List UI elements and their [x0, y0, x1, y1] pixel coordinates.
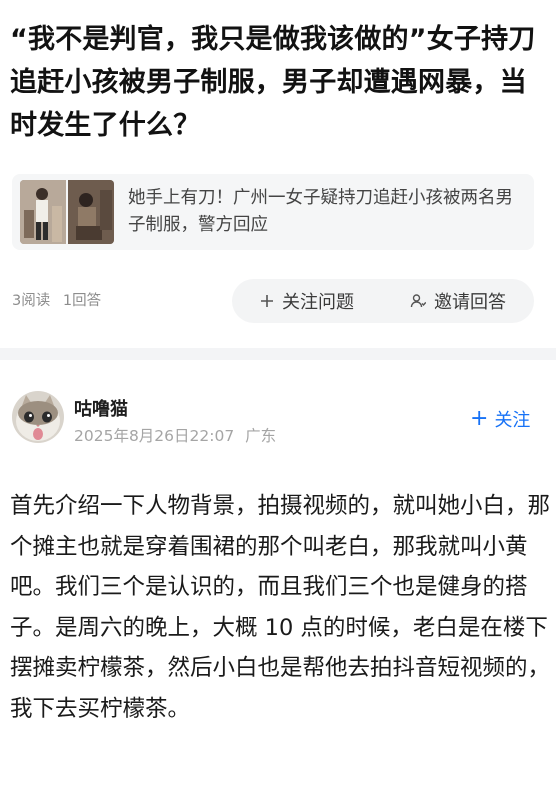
answer-datetime: 2025年8月26日22:07	[74, 427, 235, 445]
related-news-card[interactable]: 她手上有刀！广州一女子疑持刀追赶小孩被两名男子制服，警方回应	[12, 174, 534, 250]
question-action-bar: 关注问题 邀请回答	[232, 279, 534, 323]
follow-question-label: 关注问题	[282, 292, 354, 313]
answer-count: 1回答	[62, 293, 102, 309]
plus-icon	[260, 294, 274, 308]
question-stats: 3阅读 1回答	[12, 289, 101, 310]
news-photo-image	[20, 180, 114, 244]
invite-answer-button[interactable]: 邀请回答	[382, 279, 534, 323]
plus-icon: +	[470, 406, 489, 431]
related-news-thumbnail	[20, 180, 114, 244]
answer-meta: 2025年8月26日22:07 广东	[74, 424, 276, 446]
cat-avatar-image	[12, 391, 64, 443]
view-count: 3阅读	[12, 293, 51, 309]
avatar[interactable]	[12, 391, 64, 443]
invite-answer-label: 邀请回答	[434, 292, 506, 313]
follow-author-button[interactable]: + 关注	[470, 406, 530, 432]
question-title: “我不是判官，我只是做我该做的”女子持刀追赶小孩被男子制服，男子却遭遇网暴，当时…	[10, 24, 536, 141]
follow-question-button[interactable]: 关注问题	[232, 279, 382, 323]
related-news-title[interactable]: 她手上有刀！广州一女子疑持刀追赶小孩被两名男子制服，警方回应	[128, 185, 528, 239]
answer-body: 首先介绍一下人物背景，拍摄视频的，就叫她小白，那个摊主也就是穿着围裙的那个叫老白…	[10, 493, 551, 722]
section-divider	[0, 348, 556, 360]
follow-author-label: 关注	[494, 410, 531, 431]
author-name[interactable]: 咕噜猫	[74, 395, 128, 421]
answer-location: 广东	[245, 427, 277, 445]
user-invite-icon	[410, 293, 426, 309]
